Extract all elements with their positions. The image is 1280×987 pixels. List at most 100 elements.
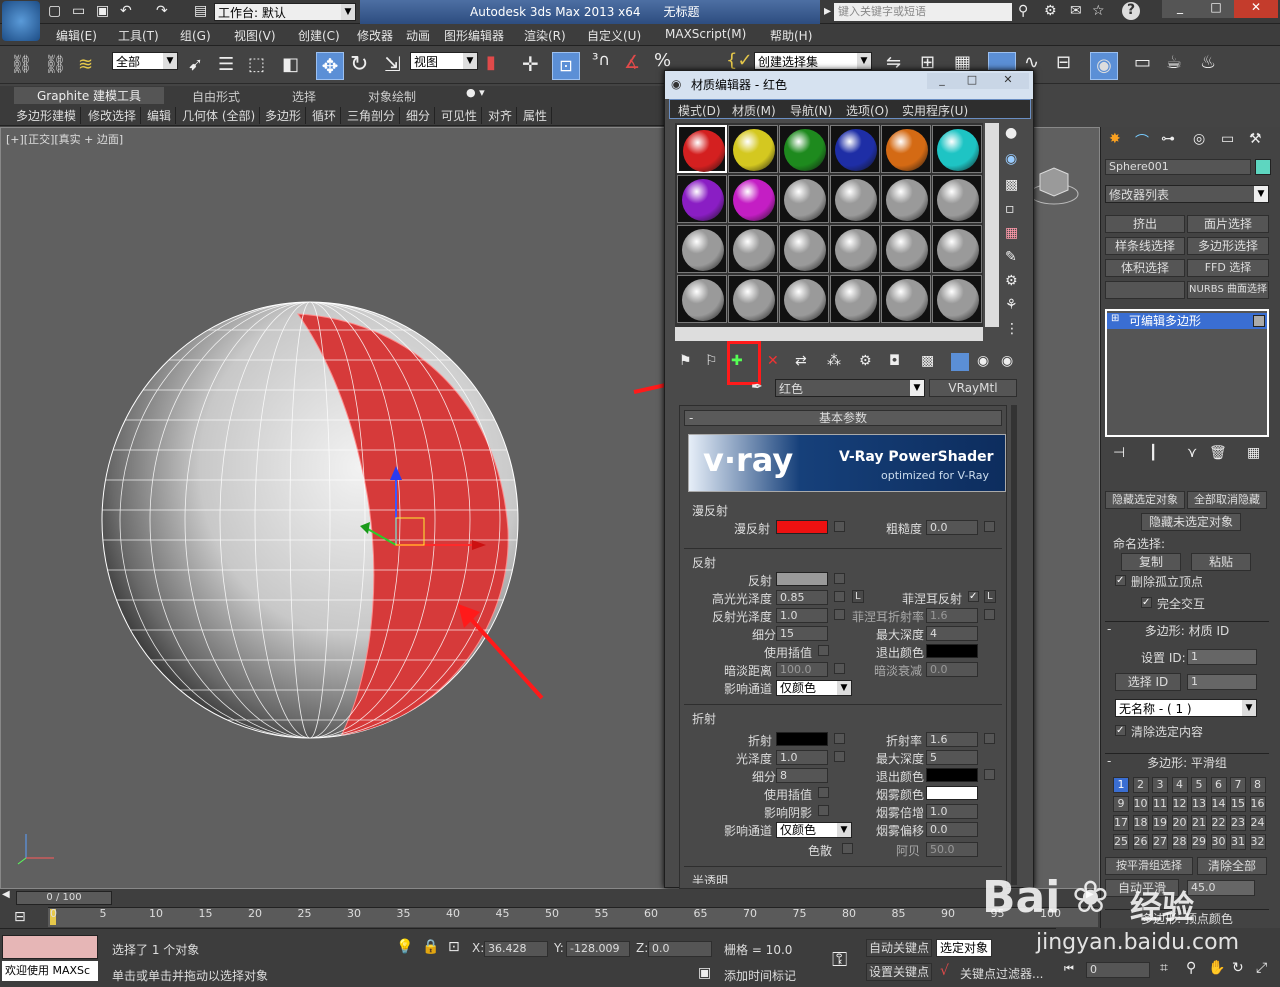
pin-stack-icon[interactable]: ⊣ [1113,445,1125,461]
smoothing-group-button[interactable]: 8 [1249,777,1266,793]
modifier-stack[interactable]: 可编辑多边形 ⊞ [1105,309,1269,437]
select-by-material-icon[interactable]: ⚘ [1005,297,1018,313]
ffd-select-button[interactable]: FFD 选择 [1187,259,1269,277]
hilight-map-button[interactable] [834,591,845,602]
selection-filter-select[interactable]: 全部 ▼ [112,52,178,70]
menu-graph-editors[interactable]: 图形编辑器 [444,27,504,44]
mated-menu-utilities[interactable]: 实用程序(U) [902,102,968,119]
smoothing-group-button[interactable]: 18 [1132,815,1149,831]
material-name-select[interactable]: 红色 ▼ [775,379,925,397]
hilight-lock-button[interactable]: L [852,590,864,603]
background-icon[interactable]: ▩ [1005,177,1018,193]
motion-tab-icon[interactable]: ◎ [1193,131,1205,147]
go-to-start-icon[interactable]: ⏮ [1064,962,1074,976]
ior-spinner[interactable]: 1.6 [926,732,978,747]
ribbon-subdivision[interactable]: 细分 [402,107,436,124]
smoothing-group-button[interactable]: 30 [1210,834,1227,850]
stack-item-toggle[interactable] [1253,315,1265,327]
empty-modifier-button[interactable] [1105,281,1185,299]
ribbon-modify-selection[interactable]: 修改选择 [84,107,142,124]
keyboard-shortcut-icon[interactable]: ⊡ [552,52,580,80]
material-slot[interactable] [728,275,778,323]
material-slot[interactable] [728,175,778,223]
roughness-map-button[interactable] [984,521,995,532]
full-interactivity-checkbox[interactable]: ✓ [1141,597,1152,608]
material-slot[interactable] [830,275,880,323]
remove-modifier-icon[interactable]: 🗑 [1209,445,1227,461]
x-coord-field[interactable]: 36.428 [484,941,548,957]
smoothing-group-button[interactable]: 3 [1152,777,1168,793]
app-logo[interactable] [2,1,40,41]
arrow-right-icon[interactable]: ▸ [824,3,831,19]
mated-menu-material[interactable]: 材质(M) [732,102,776,119]
make-unique-icon[interactable]: ⁂ [827,353,841,369]
refract-color-swatch[interactable] [776,732,828,746]
create-tab-icon[interactable]: ✸ [1109,131,1121,147]
material-slot[interactable] [779,125,829,173]
ribbon-align[interactable]: 对齐 [484,107,518,124]
object-name-field[interactable]: Sphere001 [1105,159,1251,175]
expand-icon[interactable]: ⊞ [1111,313,1119,324]
minimize-button[interactable]: _ [1162,0,1198,18]
ior-map-button[interactable] [984,733,995,744]
affect-shadows-checkbox[interactable] [818,805,829,816]
mated-menu-navigation[interactable]: 导航(N) [790,102,832,119]
fog-mult-spinner[interactable]: 1.0 [926,804,978,819]
material-navigator-icon[interactable]: ⋮ [1005,321,1019,337]
lock-selection-icon[interactable]: 🔒 [422,939,439,955]
paste-button[interactable]: 粘贴 [1191,553,1251,571]
eyedropper-icon[interactable]: ✒ [751,379,763,395]
modifier-list-select[interactable]: 修改器列表 ▼ [1105,185,1269,203]
search-input[interactable]: 键入关键字或短语 [834,3,1012,21]
params-scrollbar[interactable] [1011,405,1017,885]
smoothing-group-button[interactable]: 32 [1249,834,1266,850]
ribbon-tab-freeform[interactable]: 自由形式 [192,88,240,105]
favorites-icon[interactable]: ☆ [1092,3,1105,19]
menu-animation[interactable]: 动画 [406,27,430,44]
smoothing-group-button[interactable]: 9 [1113,796,1129,812]
material-slot[interactable] [779,275,829,323]
smoothing-group-button[interactable]: 6 [1210,777,1227,793]
render-setup-icon[interactable]: ▭ [1134,52,1151,73]
material-slot[interactable] [932,225,982,273]
named-selection-set-select[interactable]: 创建选择集 ▼ [754,52,872,70]
put-to-scene-icon[interactable]: ⚐ [705,353,718,369]
smoothing-group-button[interactable]: 25 [1113,834,1129,850]
configure-sets-icon[interactable]: ▦ [1247,445,1260,461]
material-editor-icon[interactable]: ◉ [1090,52,1118,80]
y-coord-field[interactable]: -128.009 [566,941,630,957]
refract-exit-checkbox[interactable] [984,769,995,780]
material-slot[interactable] [677,175,727,223]
reflect-max-depth-spinner[interactable]: 4 [926,626,978,641]
reflect-color-swatch[interactable] [776,572,828,586]
material-id-channel-icon[interactable]: ◘ [889,353,900,369]
link-icon[interactable]: ⛓ [10,54,33,75]
smoothing-group-button[interactable]: 4 [1171,777,1188,793]
abbe-spinner[interactable]: 50.0 [926,842,978,857]
menu-create[interactable]: 创建(C) [298,27,340,44]
volume-select-button[interactable]: 体积选择 [1105,259,1185,277]
menu-tools[interactable]: 工具(T) [118,27,159,44]
select-manipulate-icon[interactable]: ✛ [522,52,539,76]
material-slot[interactable] [728,225,778,273]
maximize-viewport-icon[interactable]: ⤢ [1256,960,1267,976]
track-view-icon[interactable]: ⊟ [14,909,26,925]
material-slot[interactable] [881,275,931,323]
select-object-icon[interactable]: ➹ [188,54,203,75]
angle-snap-icon[interactable]: ∡ [624,52,640,73]
time-tag-icon[interactable]: ▣ [698,965,711,981]
schematic-view-icon[interactable]: ⊟ [1056,52,1071,73]
refract-gloss-map-button[interactable] [834,751,845,762]
refract-affect-select[interactable]: 仅颜色 ▼ [776,822,852,838]
smoothing-group-button[interactable]: 27 [1152,834,1168,850]
smoothing-group-button[interactable]: 2 [1132,777,1149,793]
smoothing-group-button[interactable]: 7 [1230,777,1246,793]
fog-color-swatch[interactable] [926,786,978,800]
utilities-tab-icon[interactable]: ⚒ [1249,131,1262,147]
percent-snap-icon[interactable]: % [654,50,671,71]
menu-maxscript[interactable]: MAXScript(M) [665,27,746,41]
patch-select-button[interactable]: 面片选择 [1187,215,1269,233]
save-icon[interactable]: ▣ [96,3,109,19]
get-material-icon[interactable]: ⚑ [679,353,692,369]
reflect-affect-select[interactable]: 仅颜色 ▼ [776,680,852,696]
